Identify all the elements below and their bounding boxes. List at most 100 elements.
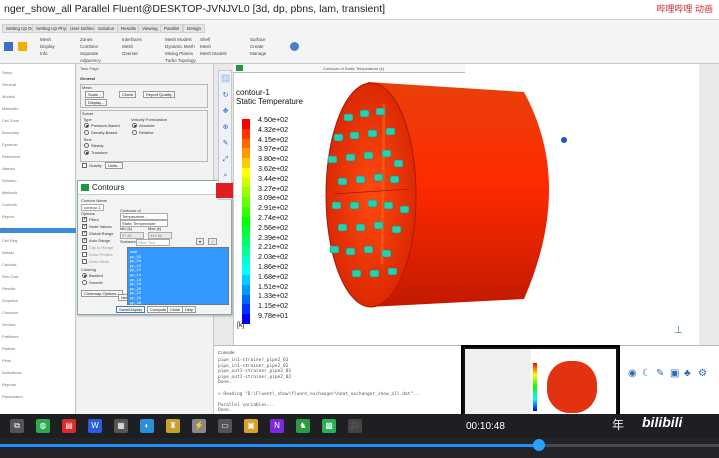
tree-item[interactable]: Named <box>2 166 15 171</box>
dialog-header[interactable]: Contours <box>78 181 231 195</box>
graphics-tab-label[interactable]: Contours of Static Temperature (k) <box>323 66 384 71</box>
colormap-options-button[interactable]: Colormap Options... <box>81 290 123 297</box>
density-based-radio[interactable] <box>84 130 89 135</box>
compute-button[interactable]: Compute <box>147 306 170 313</box>
seek-handle[interactable] <box>533 439 546 451</box>
tree-item[interactable]: Pathlines <box>2 334 18 339</box>
ansys-icon[interactable]: ♜ <box>166 419 180 433</box>
edge-icon[interactable]: ◐ <box>140 419 154 433</box>
tree-item[interactable]: Boundary <box>2 130 19 135</box>
tree-item[interactable]: Reports <box>2 382 16 387</box>
tray-icon-1[interactable]: ◉ <box>628 368 637 379</box>
task-view-icon[interactable]: ⧉ <box>10 419 24 433</box>
save-display-button[interactable]: Save/Display <box>116 306 146 313</box>
scale-button[interactable]: Scale... <box>85 91 105 98</box>
app-icon[interactable]: ♞ <box>296 419 310 433</box>
ribbon-tab[interactable]: Parallel <box>160 24 184 33</box>
media-icon[interactable]: ▭ <box>218 419 232 433</box>
tree-item[interactable]: Cell Zone <box>2 118 19 123</box>
ribbon-item[interactable]: Dynamic Mesh <box>165 43 196 50</box>
select-all-icon[interactable]: ✓ <box>208 238 218 245</box>
tree-item[interactable]: Results <box>2 286 15 291</box>
option-checkbox[interactable] <box>82 237 87 243</box>
ribbon-item[interactable]: Mesh Models <box>200 50 227 57</box>
tree-item[interactable]: Particle <box>2 346 15 351</box>
word-icon[interactable]: W <box>88 419 102 433</box>
ribbon-item[interactable]: Adjacency <box>80 57 101 64</box>
gravity-checkbox[interactable] <box>82 163 87 168</box>
tray-icon-4[interactable]: ▣ <box>670 368 679 379</box>
check-button[interactable]: Check <box>119 91 137 98</box>
annotate-tool-icon[interactable] <box>216 183 233 198</box>
fit-icon[interactable]: ⤢ <box>221 155 230 164</box>
surface-list-item[interactable]: pp_26 <box>130 300 141 305</box>
tree-item[interactable]: Dynamic <box>2 142 18 147</box>
display-button[interactable]: Display... <box>85 99 108 106</box>
min-value-field[interactable]: 97.81 <box>120 232 144 239</box>
smooth-radio[interactable] <box>82 280 87 285</box>
tree-item[interactable]: Graphics <box>2 298 18 303</box>
tree-item[interactable]: Models <box>2 94 15 99</box>
mesh-display-icon[interactable] <box>4 42 13 51</box>
tree-item[interactable]: Methods <box>2 190 17 195</box>
contours-of-select[interactable]: Temperature... <box>120 213 168 220</box>
ribbon-item[interactable]: Mixing Planes <box>165 50 196 57</box>
steady-radio[interactable] <box>84 143 89 148</box>
ribbon-tab[interactable]: Design <box>183 24 206 33</box>
ribbon-tab[interactable]: Viewing <box>138 24 162 33</box>
transient-radio[interactable] <box>84 150 89 155</box>
tree-item[interactable]: Contours <box>2 310 18 315</box>
tree-item[interactable]: Run Calc <box>2 274 18 279</box>
option-checkbox[interactable] <box>82 223 87 229</box>
mesh-info-icon[interactable] <box>18 42 27 51</box>
tree-item[interactable]: Setup <box>2 70 12 75</box>
pan-icon[interactable]: ✥ <box>221 107 230 116</box>
banded-radio[interactable] <box>82 273 87 278</box>
probe-icon[interactable]: ✎ <box>221 139 230 148</box>
tree-item[interactable]: Reference <box>2 154 20 159</box>
onenote-icon[interactable]: N <box>270 419 284 433</box>
tree-item[interactable]: Parameters <box>2 394 23 399</box>
max-value-field[interactable]: 449.86 <box>148 232 172 239</box>
tree-item[interactable]: Calculat <box>2 262 16 267</box>
acrobat-icon[interactable]: ▤ <box>62 419 76 433</box>
tree-item[interactable]: Vectors <box>2 322 15 327</box>
tree-item[interactable]: Animations <box>2 370 22 375</box>
tree-item[interactable]: Materials <box>2 106 18 111</box>
tree-item[interactable]: Controls <box>2 202 17 207</box>
ribbon-item[interactable]: Create <box>250 43 266 50</box>
tree-item[interactable]: Cell Reg <box>2 238 17 243</box>
fluent-icon[interactable]: ▩ <box>322 419 336 433</box>
ribbon-item[interactable]: Overset <box>122 50 142 57</box>
tree-item[interactable]: General <box>2 82 16 87</box>
pressure-based-radio[interactable] <box>84 123 89 128</box>
ribbon-tab[interactable]: Solution <box>94 24 119 33</box>
zoom-icon[interactable]: ⊕ <box>221 123 230 132</box>
ribbon-item[interactable]: Mesh <box>122 43 142 50</box>
surfaces-filter-input[interactable]: Filter Text <box>136 239 170 246</box>
option-checkbox[interactable] <box>82 216 87 222</box>
tree-item[interactable]: Report <box>2 214 14 219</box>
ribbon-item[interactable]: Separate <box>80 50 101 57</box>
close-button[interactable]: Close <box>167 306 184 313</box>
tree-item[interactable]: Solution <box>2 178 16 183</box>
absolute-radio[interactable] <box>132 123 137 128</box>
vscode-icon[interactable]: ⚡ <box>192 419 206 433</box>
ribbon-tab[interactable]: Results <box>117 24 141 33</box>
screen-recorder-icon[interactable]: 🎥 <box>348 419 362 433</box>
units-button[interactable]: Units... <box>105 162 124 169</box>
ribbon-item[interactable]: Info <box>40 50 55 57</box>
ribbon-item[interactable]: Manage <box>250 50 266 57</box>
microphone-icon[interactable]: ✎ <box>656 368 664 379</box>
zoom-box-icon[interactable]: ⌕ <box>221 171 230 180</box>
notes-icon[interactable]: ▣ <box>244 419 258 433</box>
surfaces-list[interactable]: wall pp_02 pp_04 pp_10 pp_12 pp_14 pp_16 pp_18 p… <box>127 247 229 305</box>
chrome-icon[interactable]: ◍ <box>36 419 50 433</box>
contour-name-input[interactable]: contour-1 <box>81 204 104 211</box>
help-button[interactable]: Help <box>182 306 197 313</box>
option-checkbox[interactable] <box>82 259 87 264</box>
select-tool-icon[interactable]: ⬚ <box>221 74 230 83</box>
video-seek-bar[interactable] <box>0 438 719 458</box>
rotate-icon[interactable]: ↻ <box>221 91 230 100</box>
filter-icon[interactable]: ▾ <box>196 238 205 245</box>
